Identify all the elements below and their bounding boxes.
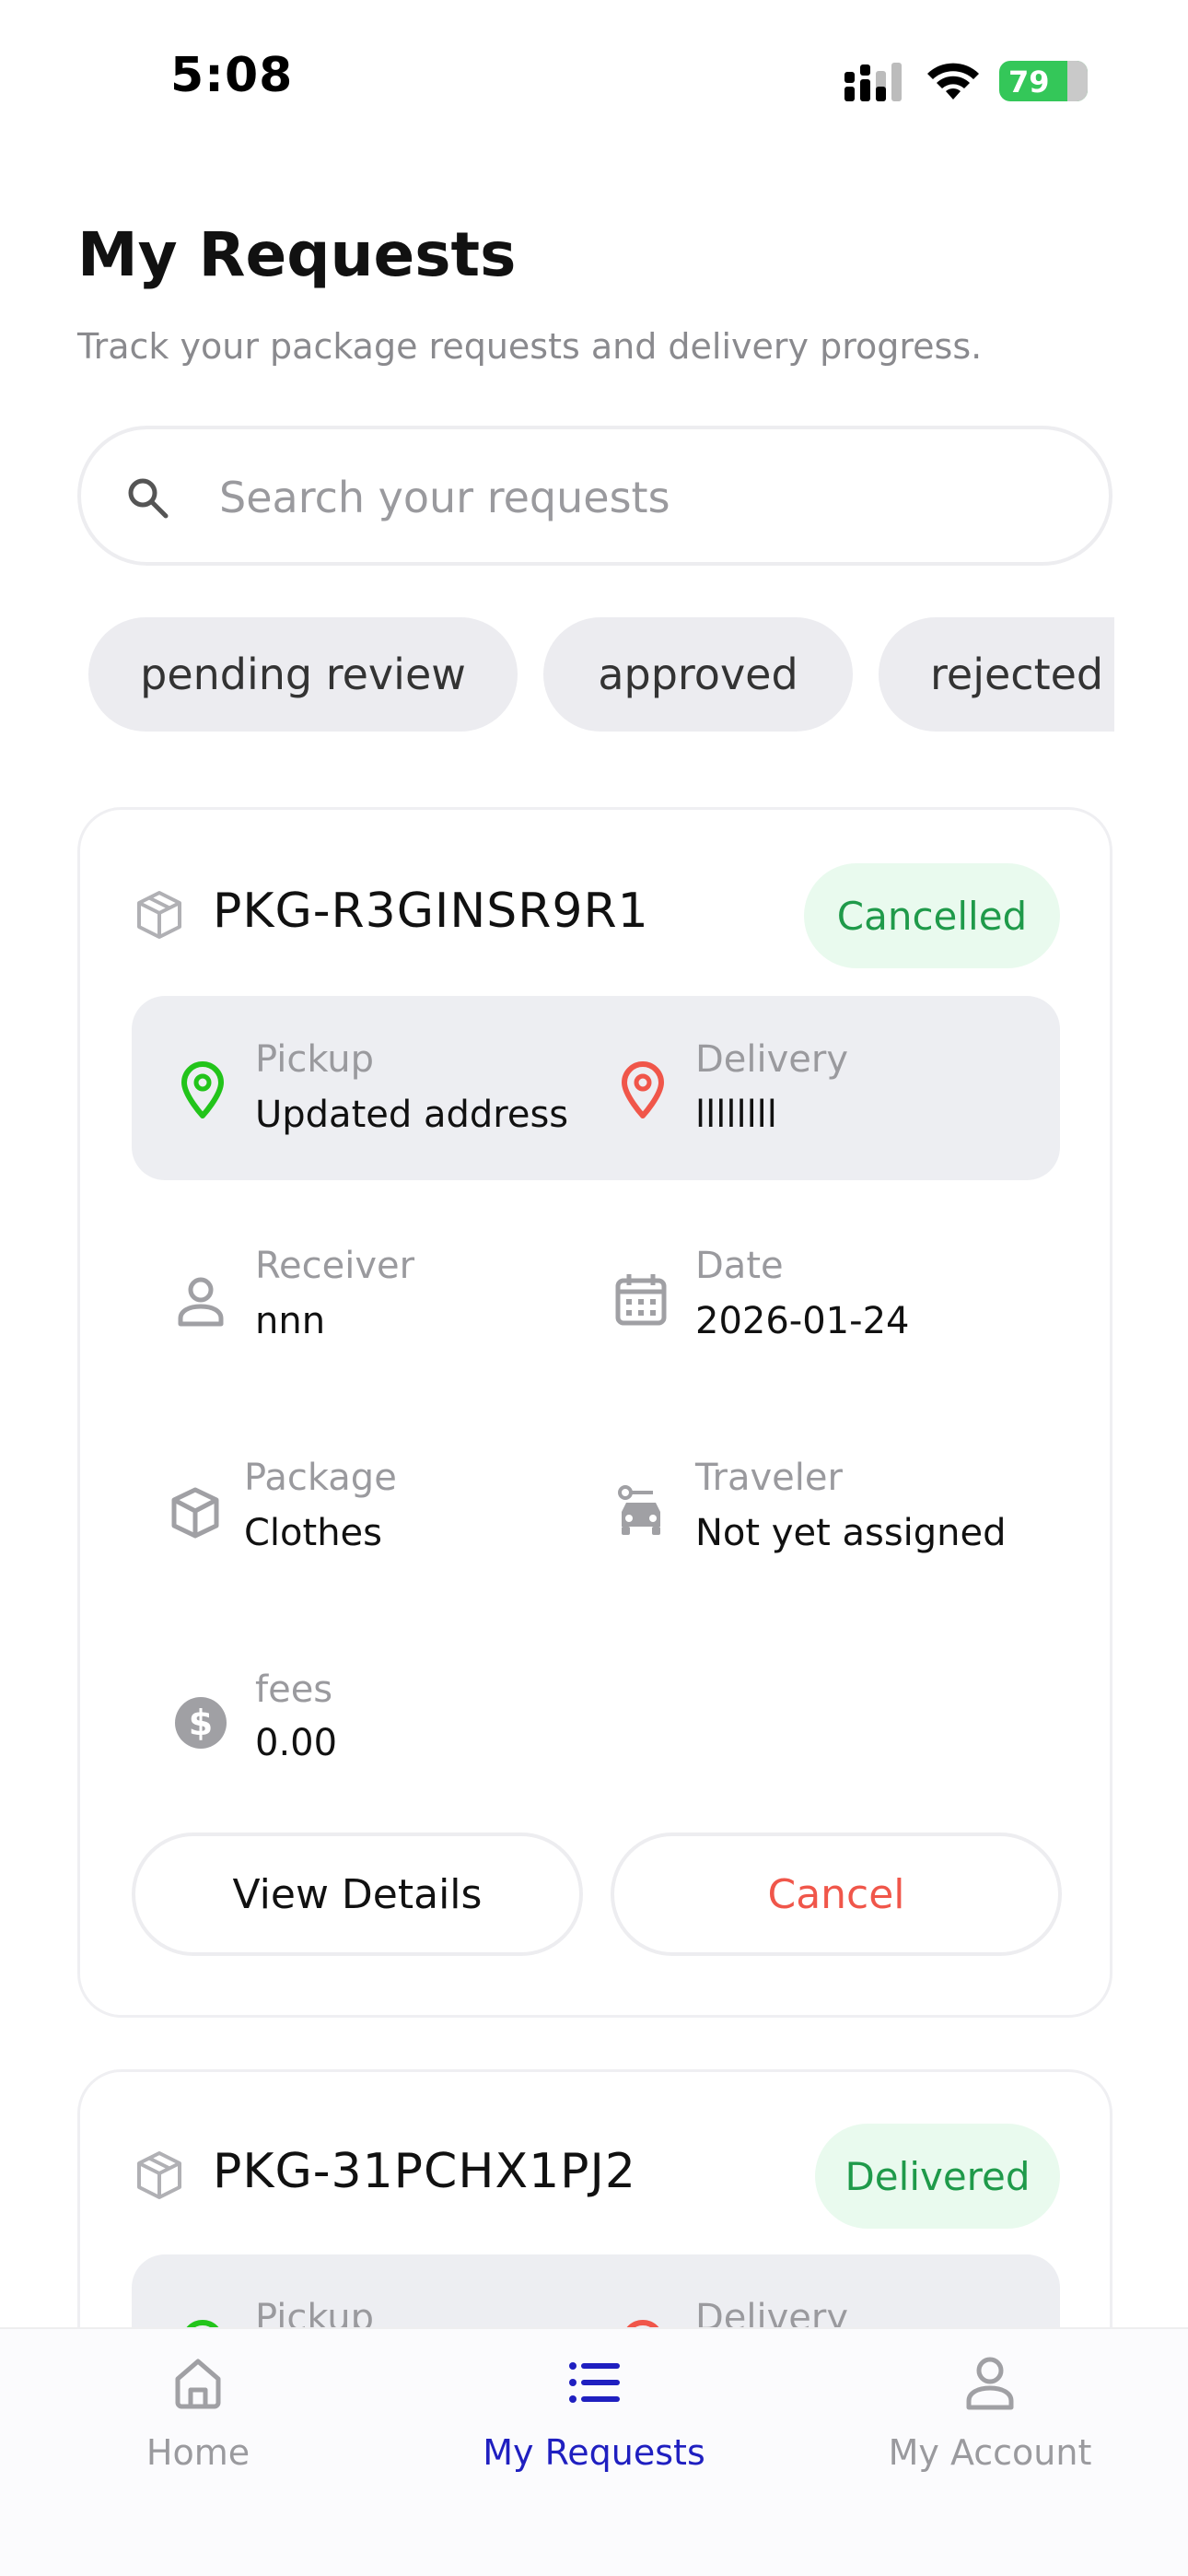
tab-my-requests-label: My Requests <box>483 2432 705 2473</box>
tab-my-account-label: My Account <box>888 2432 1092 2473</box>
search-input[interactable] <box>219 457 1048 538</box>
delivery-pin-icon <box>622 1061 664 1118</box>
status-bar: 5:08 79 <box>0 0 1188 157</box>
status-badge: Cancelled <box>804 863 1060 968</box>
status-time: 5:08 <box>170 48 294 103</box>
traveler-value: Not yet assigned <box>695 1512 1007 1554</box>
request-id: PKG-R3GINSR9R1 <box>213 884 649 939</box>
person-icon <box>178 1277 224 1327</box>
cellular-signal-icon <box>844 63 902 101</box>
package-icon <box>171 1487 219 1539</box>
svg-text:$: $ <box>189 1703 213 1743</box>
battery-level: 79 <box>1008 64 1050 100</box>
request-card: PKG-R3GINSR9R1 Cancelled Pickup Updated … <box>77 807 1112 2018</box>
search-icon <box>128 478 169 519</box>
delivery-value: llllllll <box>695 1094 777 1136</box>
route-box: Pickup Updated address Delivery llllllll <box>132 996 1060 1180</box>
list-icon <box>569 2362 620 2403</box>
tab-bar: Home My Requests My Account <box>0 2327 1188 2576</box>
calendar-icon <box>615 1274 667 1326</box>
tab-my-account[interactable]: My Account <box>852 2329 1128 2513</box>
receiver-value: nnn <box>255 1300 326 1342</box>
pickup-value: Updated address <box>255 1094 569 1136</box>
receiver-label: Receiver <box>255 1245 415 1287</box>
package-icon <box>137 2151 181 2199</box>
search-bar[interactable] <box>77 426 1112 566</box>
view-details-button[interactable]: View Details <box>132 1832 583 1956</box>
cancel-request-button[interactable]: Cancel <box>611 1832 1062 1956</box>
request-id: PKG-31PCHX1PJ2 <box>213 2144 636 2199</box>
filter-chips: pending review approved rejected <box>77 617 1114 733</box>
package-value: Clothes <box>244 1512 382 1554</box>
pickup-pin-icon <box>181 1061 224 1118</box>
home-icon <box>175 2359 221 2409</box>
fees-label: fees <box>255 1669 333 1711</box>
filter-chip-pending-review[interactable]: pending review <box>88 617 518 732</box>
package-icon <box>137 891 181 939</box>
tab-home-label: Home <box>146 2432 250 2473</box>
battery-icon: 79 <box>999 61 1088 101</box>
date-label: Date <box>695 1245 784 1287</box>
traveler-label: Traveler <box>695 1457 843 1499</box>
filter-chip-rejected[interactable]: rejected <box>879 617 1114 732</box>
status-badge: Delivered <box>815 2124 1060 2229</box>
car-icon <box>618 1485 660 1535</box>
page-subtitle: Track your package requests and delivery… <box>77 326 983 367</box>
fees-value: 0.00 <box>255 1722 338 1764</box>
date-value: 2026-01-24 <box>695 1300 910 1342</box>
filter-chip-approved[interactable]: approved <box>543 617 853 732</box>
page-title: My Requests <box>77 219 517 290</box>
dollar-icon: $ <box>175 1697 227 1749</box>
package-label: Package <box>244 1457 397 1499</box>
delivery-label: Delivery <box>695 1038 849 1081</box>
tab-my-requests[interactable]: My Requests <box>456 2329 732 2513</box>
pickup-label: Pickup <box>255 1038 375 1081</box>
tab-home[interactable]: Home <box>60 2329 336 2513</box>
person-icon <box>966 2357 1014 2410</box>
wifi-icon <box>927 63 979 100</box>
